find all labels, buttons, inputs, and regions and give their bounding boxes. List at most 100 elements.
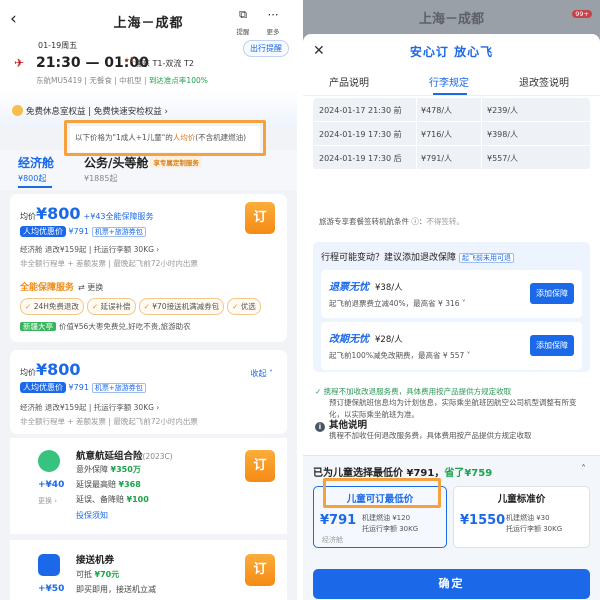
- child-standard-option[interactable]: 儿童标准价 ¥1550 机建燃油 ¥30 托运行李额 30KG: [453, 486, 590, 548]
- insurance-line: 延误最高赔 ¥368: [76, 480, 141, 489]
- promo-line: 新疆大亭 价值¥56大枣免费兑,好吃不贵,旅游助农: [20, 321, 191, 332]
- table-row: 2024-01-19 17:30 前 ¥716/人 ¥398/人: [313, 122, 590, 146]
- nav-bar: ‹ 上海－成都 ⧉ 提醒 ⋯ 更多: [0, 8, 297, 36]
- fare1-rules[interactable]: 经济舱 退改¥159起 | 托运行李额 30KG ›: [20, 244, 159, 255]
- promo-tag: 新疆大亭: [20, 322, 56, 331]
- fare2-extra: 非全额行程单 + 差额发票 | 最晚起飞前72小时内出票: [20, 417, 198, 426]
- perks-link[interactable]: 免费休息室权益 | 免费快速安检权益 ›: [12, 105, 168, 117]
- guarantee-title-text: 全能保障服务: [20, 283, 75, 293]
- avg-label: 均价: [20, 212, 36, 221]
- lounge-icon: [12, 105, 23, 116]
- fare2-rules[interactable]: 经济舱 退改¥159起 | 托运行李额 30KG ›: [20, 402, 159, 413]
- insurance-item: +¥40 更换 › 航意航延组合险(2023C) 意外保障 ¥350万 延误最高…: [10, 438, 287, 534]
- insurance-notice-link[interactable]: 投保须知: [76, 510, 108, 521]
- tab-economy-label: 经济舱: [18, 156, 55, 170]
- reminder-icon[interactable]: ⧉: [232, 8, 254, 22]
- right-screen: 上海－成都 99+ ✕ 安心订 放心飞 产品说明 行李规定 退改签说明 2024…: [303, 0, 600, 600]
- fare2-price-row: 均价¥800: [20, 360, 81, 379]
- discount-tag: 机票+旅游券包: [91, 383, 146, 393]
- transfer-line: 即买即用，接送机立减: [76, 585, 156, 594]
- tab-product[interactable]: 产品说明: [329, 74, 369, 89]
- transfer-price: +¥50: [38, 584, 65, 594]
- insurance-change[interactable]: 更换 ›: [38, 496, 57, 506]
- other-note-1: 预订捷保航班信息均为计划信息，实际乘坐航班因航空公司机型调整有所变化，以实际乘坐…: [329, 398, 577, 419]
- transfer-title: 接送机券: [76, 555, 115, 566]
- flight-sub-info: 东航MU5419 | 无餐食 | 中机型 | 到达准点率100%: [36, 75, 208, 86]
- refund-worry-free: 退票无忧 ¥38/人 起飞前退票费立减40%，最高省 ¥ 316 ˅ 添加保障: [321, 270, 582, 318]
- child-price-panel: 已为儿童选择最低价 ¥791，省了¥759 ˄ 儿童可订最低价 ¥791 机建燃…: [303, 455, 600, 600]
- book-button-transfer[interactable]: 订: [245, 554, 275, 586]
- discount-label: 人均优惠价: [20, 226, 66, 237]
- tab-business-badge: 享专属定制服务: [150, 156, 202, 168]
- option-label: 儿童标准价: [497, 494, 546, 505]
- tab-baggage[interactable]: 行李规定: [429, 74, 469, 89]
- fare-card-1: 均价¥800 +¥43全能保障服务 人均优惠价 ¥791 机票+旅游券包 经济舱 退…: [10, 194, 287, 342]
- flight-route: 浦东 T1-双流 T2: [134, 59, 194, 68]
- option-baggage: 托运行李额 30KG: [506, 525, 563, 533]
- tab-indicator: [18, 186, 52, 188]
- tab-refund[interactable]: 退改签说明: [519, 74, 569, 89]
- add-refund-button[interactable]: 添加保障: [530, 283, 574, 304]
- info-icon: i: [315, 422, 325, 432]
- refund-name: 退票无忧 ¥38/人: [329, 282, 403, 293]
- option-price: ¥1550: [460, 513, 506, 528]
- confirm-button[interactable]: 确定: [313, 569, 590, 599]
- brand-logo: 安心订 放心飞: [409, 45, 494, 59]
- fare2-discount: 人均优惠价 ¥791 机票+旅游券包: [20, 382, 146, 393]
- chip: ✓ 24H免费退改: [20, 298, 84, 315]
- endorse-note: 旅游专享套餐签转机航条件 ⓘ：不得签转。: [319, 217, 464, 226]
- fee-table: 2024-01-17 21:30 前 ¥478/人 ¥239/人 2024-01-1…: [313, 98, 590, 170]
- tab-economy-price: ¥800起: [18, 174, 47, 183]
- fare1-price: ¥800: [36, 204, 81, 223]
- table-row: 2024-01-17 21:30 前 ¥478/人 ¥239/人: [313, 98, 590, 122]
- insurance-price: +¥40: [38, 480, 65, 490]
- child-price-title: 已为儿童选择最低价 ¥791，省了¥759: [313, 468, 493, 479]
- change-head: 行程可能变动？建议添加退改保障 起飞前未用可退: [321, 250, 515, 263]
- fare1-price-row: 均价¥800 +¥43全能保障服务: [20, 204, 154, 223]
- option-fuel: 机建燃油 ¥120: [362, 514, 411, 522]
- guarantee-title: 全能保障服务 ⇄ 更换: [20, 280, 103, 293]
- tab-indicator: [433, 93, 467, 95]
- tab-business[interactable]: 公务/头等舱 享专属定制服务 ¥1885起: [84, 154, 202, 184]
- insurance-line: 延误、备降赔 ¥100: [76, 495, 149, 504]
- discount-price: ¥791: [68, 383, 89, 392]
- flight-header: ‹ 上海－成都 ⧉ 提醒 ⋯ 更多 01-19周五 出行提醒 ✈ 21:30 —…: [0, 0, 297, 128]
- chevron-up-icon[interactable]: ˄: [581, 464, 586, 475]
- baggage-sheet: ✕ 安心订 放心飞 产品说明 行李规定 退改签说明 2024-01-17 21:…: [303, 34, 600, 600]
- more-label: 更多: [266, 28, 280, 36]
- book-button-1[interactable]: 订: [245, 202, 275, 234]
- chip: ✓ 优选: [227, 298, 261, 315]
- reschedule-worry-free: 改期无忧 ¥28/人 起飞前100%减免改期费，最高省 ¥ 557 ˅ 添加保障: [321, 322, 582, 370]
- transfer-line: 可抵 ¥70元: [76, 570, 120, 579]
- promo-text: 价值¥56大枣免费兑,好吃不贵,旅游助农: [59, 322, 191, 331]
- fare2-price: ¥800: [36, 360, 81, 379]
- fare1-service[interactable]: +¥43全能保障服务: [84, 212, 154, 221]
- guarantee-switch[interactable]: ⇄ 更换: [78, 283, 103, 292]
- flight-date: 01-19周五: [38, 41, 78, 50]
- option-baggage: 托运行李额 30KG: [362, 525, 419, 533]
- tab-economy[interactable]: 经济舱 ¥800起: [18, 154, 54, 184]
- reschedule-name: 改期无忧 ¥28/人: [329, 334, 403, 345]
- reschedule-desc[interactable]: 起飞前100%减免改期费，最高省 ¥ 557 ˅: [329, 350, 470, 361]
- book-button-ins[interactable]: 订: [245, 450, 275, 482]
- discount-label: 人均优惠价: [20, 382, 66, 393]
- service-fee-hint: ✓ 携程不加收改退服务费，具体费用按产品提供方规定收取: [315, 387, 512, 396]
- sheet-tabs: 产品说明 行李规定 退改签说明: [303, 70, 600, 96]
- dimmed-title: 上海－成都: [418, 12, 484, 27]
- table-row: 2024-01-19 17:30 后 ¥791/人 ¥557/人: [313, 146, 590, 170]
- refund-desc[interactable]: 起飞前退票费立减40%，最高省 ¥ 316 ˅: [329, 298, 466, 309]
- flight-meta: 东航MU5419 | 无餐食 | 中机型 |: [36, 76, 149, 85]
- guarantee-chips: ✓ 24H免费退改 ✓ 延误补偿 ✓ ¥70接送机满减券包 ✓ 优选: [20, 298, 264, 315]
- option-fuel: 机建燃油 ¥30: [506, 514, 550, 522]
- more-icon[interactable]: ⋯: [262, 8, 284, 21]
- other-note-2: 携程不加收任何退改服务费，具体费用按产品提供方规定收取: [329, 431, 532, 440]
- add-reschedule-button[interactable]: 添加保障: [530, 335, 574, 356]
- cabin-tabs: 经济舱 ¥800起 公务/头等舱 享专属定制服务 ¥1885起: [0, 150, 297, 190]
- fare1-extra: 非全额行程单 + 差额发票 | 最晚起飞前72小时内出票: [20, 259, 198, 268]
- collapse-button[interactable]: 收起 ˄: [250, 368, 273, 379]
- option-price: ¥791: [320, 513, 357, 528]
- left-screen: ‹ 上海－成都 ⧉ 提醒 ⋯ 更多 01-19周五 出行提醒 ✈ 21:30 —…: [0, 0, 297, 600]
- travel-alert-button[interactable]: 出行提醒: [243, 40, 289, 57]
- fare1-discount: 人均优惠价 ¥791 机票+旅游券包: [20, 226, 146, 237]
- dimmed-header: 上海－成都 99+: [303, 0, 600, 34]
